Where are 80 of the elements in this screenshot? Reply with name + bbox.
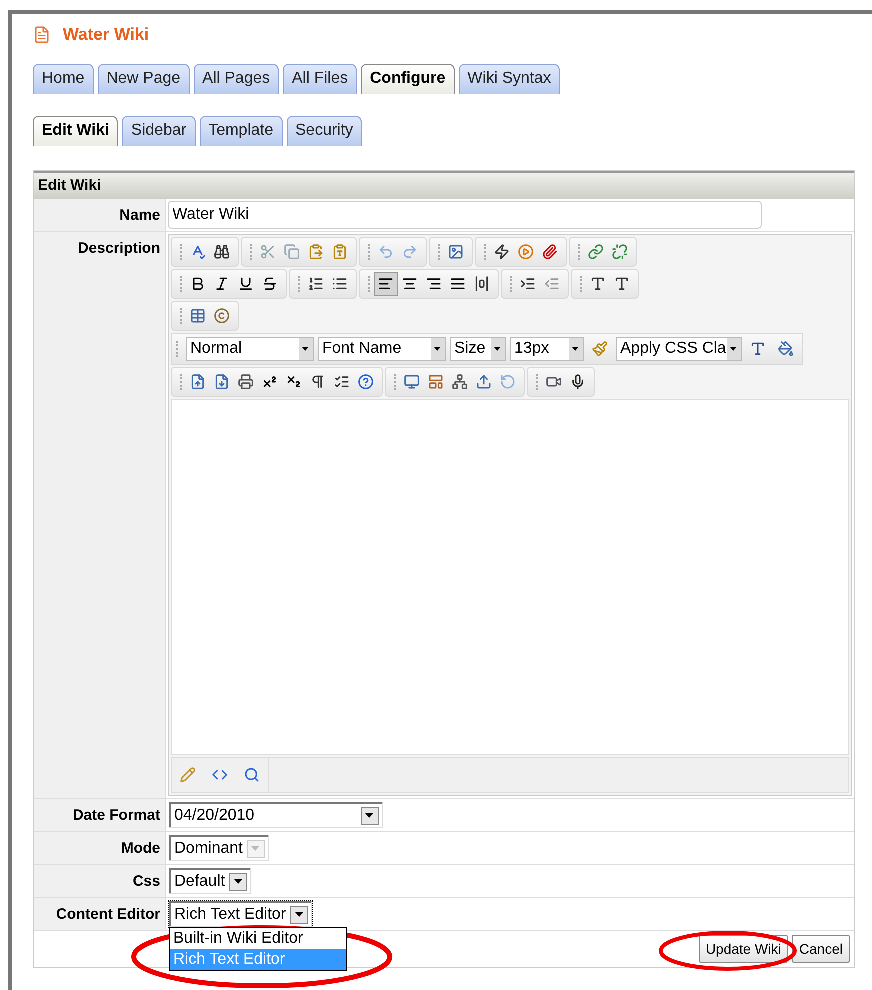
help-icon bbox=[358, 374, 374, 390]
clipboard-icon bbox=[332, 244, 348, 260]
code-icon bbox=[212, 767, 228, 783]
highlight-color-icon bbox=[778, 341, 794, 357]
select-field[interactable]: Default bbox=[168, 868, 252, 894]
upload-icon bbox=[476, 374, 492, 390]
underline-icon bbox=[238, 276, 254, 292]
pencil-icon bbox=[180, 767, 196, 783]
panel-header: Edit Wiki bbox=[34, 170, 854, 199]
microphone-icon bbox=[570, 374, 586, 390]
select-field[interactable]: 04/20/2010 bbox=[168, 802, 382, 828]
field-label: Content Editor bbox=[34, 898, 165, 930]
field-label: Css bbox=[34, 864, 165, 898]
toolbar-dropdown[interactable]: Normal bbox=[186, 337, 314, 361]
brush-icon bbox=[592, 341, 608, 357]
tab[interactable]: Security bbox=[286, 116, 362, 146]
form-button[interactable]: Update Wiki bbox=[698, 935, 788, 963]
tab[interactable]: All Files bbox=[283, 64, 358, 94]
printer-icon bbox=[238, 374, 254, 390]
wiki-title: Water Wiki bbox=[63, 24, 150, 46]
tab[interactable]: Template bbox=[200, 116, 282, 146]
field-label: Mode bbox=[34, 832, 165, 864]
subscript-icon bbox=[286, 374, 302, 390]
toolbar-dropdown[interactable]: Size bbox=[450, 337, 506, 361]
pilcrow-icon bbox=[310, 374, 326, 390]
field-label: Name bbox=[34, 199, 165, 232]
field-label: Date Format bbox=[34, 798, 165, 832]
unlink-icon bbox=[612, 244, 628, 260]
superscript-icon bbox=[262, 374, 278, 390]
scissors-icon bbox=[260, 244, 276, 260]
copy-icon bbox=[284, 244, 300, 260]
template-icon bbox=[428, 374, 444, 390]
binoculars-icon bbox=[214, 244, 230, 260]
play-icon bbox=[518, 244, 534, 260]
paperclip-icon bbox=[542, 244, 558, 260]
tab[interactable]: Edit Wiki bbox=[33, 116, 118, 146]
name-field[interactable]: Water Wiki bbox=[168, 201, 762, 229]
tab[interactable]: Wiki Syntax bbox=[458, 64, 560, 94]
align-center-icon bbox=[402, 276, 418, 292]
font-color-icon bbox=[750, 341, 766, 357]
table-icon bbox=[190, 308, 206, 324]
text-size-icon bbox=[590, 276, 606, 292]
tab[interactable]: Home bbox=[33, 64, 94, 94]
clipboard-icon bbox=[308, 244, 324, 260]
tab[interactable]: Configure bbox=[361, 64, 455, 94]
select-field[interactable]: Rich Text Editor bbox=[168, 901, 312, 927]
list-icon bbox=[334, 374, 350, 390]
toolbar-dropdown[interactable]: Apply CSS Cla bbox=[616, 337, 742, 361]
outdent-icon bbox=[544, 276, 560, 292]
redo-icon bbox=[402, 244, 418, 260]
refresh-icon bbox=[500, 374, 516, 390]
flash-icon bbox=[494, 244, 510, 260]
tab[interactable]: All Pages bbox=[194, 64, 280, 94]
form-button[interactable]: Cancel bbox=[792, 935, 850, 963]
text-size-icon bbox=[614, 276, 630, 292]
align-left-button[interactable] bbox=[374, 272, 398, 296]
image-icon bbox=[448, 244, 464, 260]
copyright-icon bbox=[214, 308, 230, 324]
italic-icon bbox=[214, 276, 230, 292]
link-icon bbox=[588, 244, 604, 260]
justify-icon bbox=[450, 276, 466, 292]
indent-icon bbox=[520, 276, 536, 292]
dropdown-option[interactable]: Built-in Wiki Editor bbox=[170, 928, 346, 949]
document-icon bbox=[214, 374, 230, 390]
page-icon bbox=[33, 26, 51, 44]
tab[interactable]: New Page bbox=[98, 64, 190, 94]
undo-icon bbox=[378, 244, 394, 260]
strikethrough-icon bbox=[262, 276, 278, 292]
numbered-list-icon bbox=[308, 276, 324, 292]
align-right-icon bbox=[426, 276, 442, 292]
network-icon bbox=[452, 374, 468, 390]
monitor-icon bbox=[404, 374, 420, 390]
field-label: Description bbox=[34, 232, 165, 798]
toolbar-dropdown[interactable]: Font Name bbox=[318, 337, 446, 361]
align-left-icon bbox=[378, 276, 394, 292]
toolbar-dropdown[interactable]: 13px bbox=[510, 337, 584, 361]
bullet-list-icon bbox=[332, 276, 348, 292]
document-icon bbox=[190, 374, 206, 390]
tab[interactable]: Sidebar bbox=[122, 116, 196, 146]
magnifier-icon bbox=[244, 767, 260, 783]
